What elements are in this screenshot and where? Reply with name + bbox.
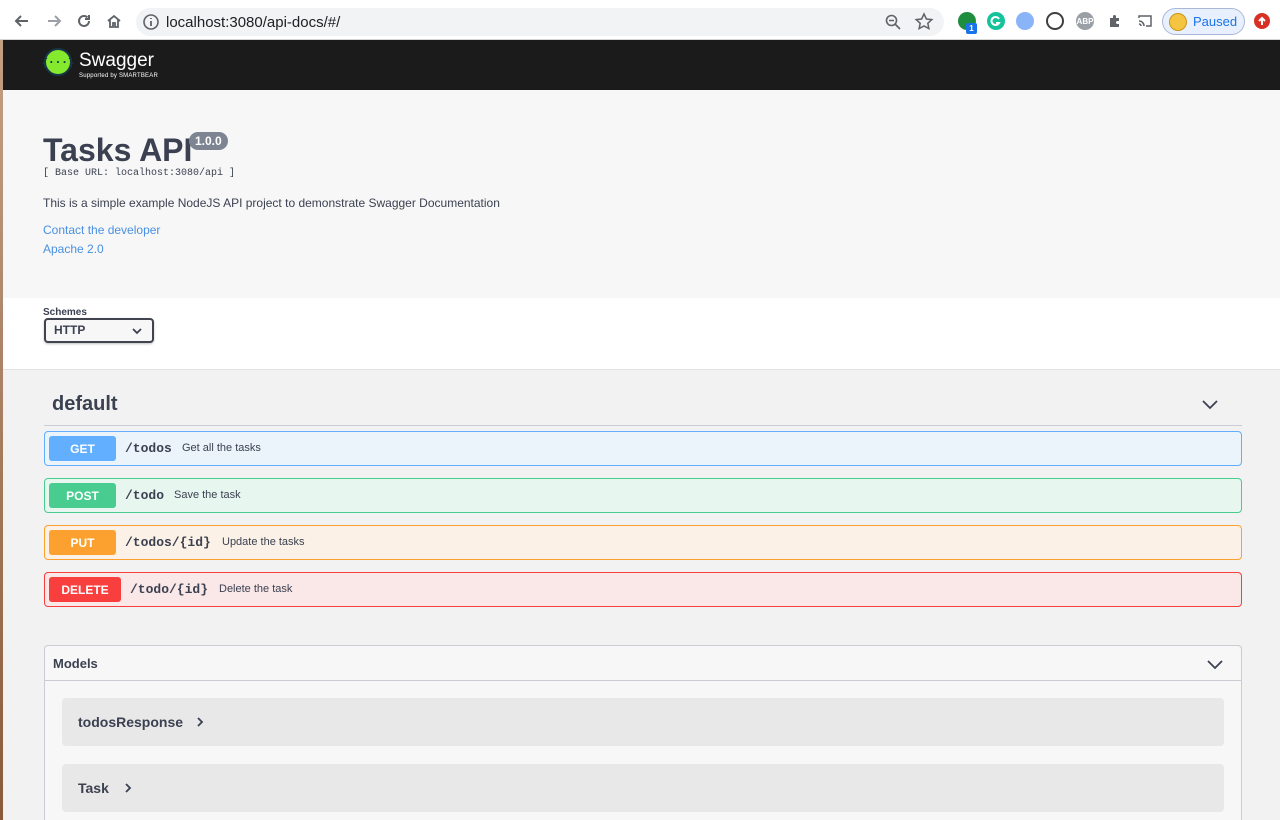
page-title: Tasks API xyxy=(43,132,193,168)
avatar xyxy=(1169,13,1187,31)
operation-delete-todo-id[interactable]: DELETE /todo/{id} Delete the task xyxy=(44,572,1242,607)
operation-get-todos[interactable]: GET /todos Get all the tasks xyxy=(44,431,1242,466)
bookmark-star-icon[interactable] xyxy=(914,12,934,32)
license-link[interactable]: Apache 2.0 xyxy=(43,242,104,256)
info-icon[interactable] xyxy=(142,13,160,31)
puzzle-icon[interactable] xyxy=(1106,12,1124,30)
method-badge: GET xyxy=(49,436,116,461)
api-description: This is a simple example NodeJS API proj… xyxy=(43,196,500,210)
method-badge: DELETE xyxy=(49,577,121,602)
operation-summary: Save the task xyxy=(174,489,241,501)
sync-icon[interactable] xyxy=(1046,12,1064,30)
chevron-down-icon[interactable] xyxy=(1207,657,1223,671)
operation-post-todo[interactable]: POST /todo Save the task xyxy=(44,478,1242,513)
operation-path: /todo/{id} xyxy=(130,582,209,597)
brand-name: Swagger xyxy=(79,50,154,71)
model-item-task[interactable]: Task xyxy=(62,764,1224,812)
url-text[interactable]: localhost:3080/api-docs/#/ xyxy=(166,14,340,31)
operation-summary: Get all the tasks xyxy=(182,442,261,454)
home-icon[interactable] xyxy=(102,9,126,33)
brand-sub: Supported by SMARTBEAR xyxy=(79,73,158,79)
tag-section-title[interactable]: default xyxy=(52,393,118,416)
profile-status: Paused xyxy=(1193,14,1238,29)
cast-icon[interactable] xyxy=(1136,12,1154,30)
base-url: [ Base URL: localhost:3080/api ] xyxy=(43,168,236,179)
adblock-icon[interactable]: ABP xyxy=(1076,12,1094,30)
operation-path: /todo xyxy=(125,488,165,503)
models-section: Models todosResponse Task xyxy=(44,645,1242,820)
model-item-todosresponse[interactable]: todosResponse xyxy=(62,698,1224,746)
schemes-select[interactable]: HTTP xyxy=(44,318,154,343)
chevron-down-icon xyxy=(132,328,142,335)
extension-badge: 1 xyxy=(966,23,977,34)
version-badge: 1.0.0 xyxy=(189,132,228,150)
zoom-icon[interactable] xyxy=(884,13,902,31)
operation-put-todos-id[interactable]: PUT /todos/{id} Update the tasks xyxy=(44,525,1242,560)
reload-icon[interactable] xyxy=(72,9,96,33)
swagger-topbar: {···} Swagger Supported by SMARTBEAR xyxy=(3,40,1280,90)
models-divider xyxy=(45,680,1241,681)
update-arrow-icon[interactable] xyxy=(1254,13,1270,29)
extension-blue-icon[interactable] xyxy=(1016,12,1034,30)
schemes-container: Schemes HTTP xyxy=(3,298,1280,370)
swagger-logo-icon[interactable]: {···} xyxy=(41,48,75,76)
models-title[interactable]: Models xyxy=(53,656,98,671)
operation-summary: Update the tasks xyxy=(222,536,305,548)
api-info: Tasks API 1.0.0 [ Base URL: localhost:30… xyxy=(3,90,1280,298)
schemes-selected-value: HTTP xyxy=(54,323,86,337)
address-bar[interactable]: localhost:3080/api-docs/#/ xyxy=(136,8,944,36)
operation-summary: Delete the task xyxy=(219,583,293,595)
section-divider xyxy=(44,425,1242,426)
browser-toolbar: localhost:3080/api-docs/#/ 1 ABP Paused xyxy=(0,0,1280,40)
method-badge: POST xyxy=(49,483,116,508)
chevron-right-icon xyxy=(125,783,132,793)
operation-path: /todos/{id} xyxy=(125,535,211,550)
forward-icon[interactable] xyxy=(42,9,66,33)
operation-path: /todos xyxy=(125,441,172,456)
model-name: todosResponse xyxy=(78,714,184,730)
model-name: Task xyxy=(78,780,109,796)
profile-paused-button[interactable]: Paused xyxy=(1162,8,1245,35)
back-icon[interactable] xyxy=(10,9,34,33)
method-badge: PUT xyxy=(49,530,116,555)
schemes-label: Schemes xyxy=(43,307,87,318)
grammarly-icon[interactable] xyxy=(987,12,1005,30)
contact-link[interactable]: Contact the developer xyxy=(43,223,160,237)
chevron-down-icon[interactable] xyxy=(1202,397,1218,411)
chevron-right-icon xyxy=(197,717,204,727)
